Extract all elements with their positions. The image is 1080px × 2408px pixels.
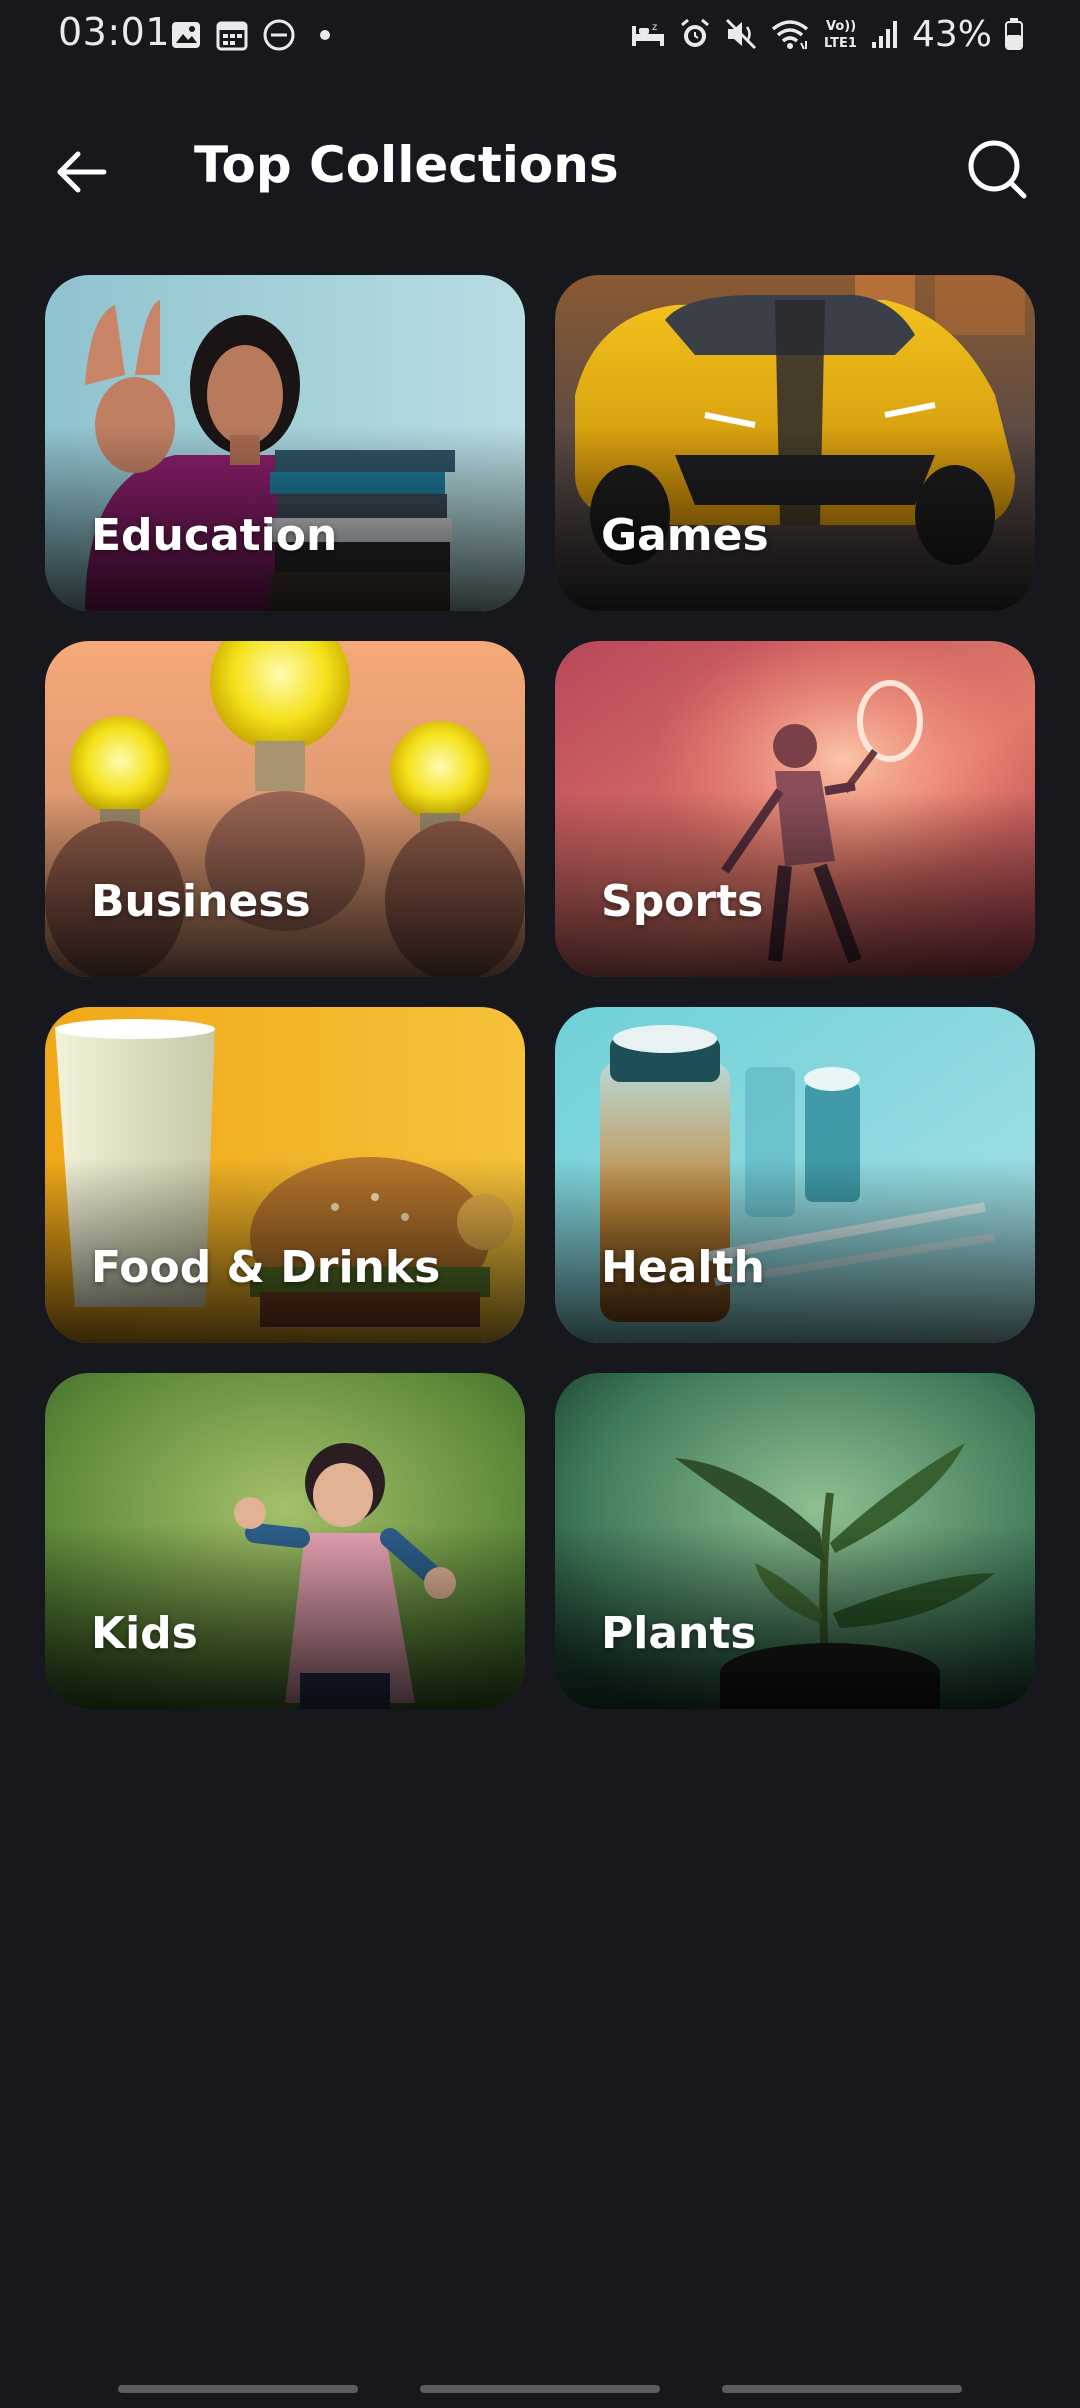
- status-time: 03:01: [58, 10, 171, 54]
- collection-label: Health: [601, 1242, 765, 1293]
- app-bar: Top Collections: [0, 120, 1080, 220]
- gallery-icon: [170, 19, 202, 51]
- volte-icon: Vo)) LTE1: [822, 16, 858, 52]
- collection-card-sports[interactable]: Sports: [555, 641, 1035, 977]
- dot-icon: [310, 20, 340, 50]
- alarm-icon: [678, 17, 712, 51]
- svg-text:Vo)): Vo)): [826, 19, 856, 34]
- signal-icon: [870, 18, 900, 50]
- status-bar: 03:01 z Vo)) LTE1 43%: [0, 0, 1080, 70]
- nav-recents-handle[interactable]: [118, 2385, 358, 2393]
- wifi-icon: [770, 17, 810, 51]
- svg-text:LTE1: LTE1: [824, 36, 857, 51]
- gesture-nav-bar: [0, 2370, 1080, 2408]
- battery-percent: 43%: [911, 13, 992, 55]
- battery-icon: [1004, 17, 1024, 51]
- search-icon: [966, 138, 1030, 206]
- collection-card-health[interactable]: Health: [555, 1007, 1035, 1343]
- collection-label: Education: [91, 510, 338, 561]
- collection-label: Plants: [601, 1608, 757, 1659]
- status-right-icons: z Vo)) LTE1 43%: [630, 13, 1024, 55]
- collection-card-games[interactable]: Games: [555, 275, 1035, 611]
- collection-card-education[interactable]: Education: [45, 275, 525, 611]
- collection-card-business[interactable]: Business: [45, 641, 525, 977]
- collection-card-kids[interactable]: Kids: [45, 1373, 525, 1709]
- collection-label: Food & Drinks: [91, 1242, 441, 1293]
- collection-label: Sports: [601, 876, 764, 927]
- collections-grid: Education Games Business Sports Food & D…: [45, 275, 1035, 1709]
- calendar-icon: [216, 19, 248, 51]
- page-title: Top Collections: [194, 136, 619, 194]
- search-button[interactable]: [960, 134, 1036, 210]
- collection-card-food-drinks[interactable]: Food & Drinks: [45, 1007, 525, 1343]
- collection-card-plants[interactable]: Plants: [555, 1373, 1035, 1709]
- collection-label: Games: [601, 510, 769, 561]
- mute-icon: [724, 17, 758, 51]
- svg-text:z: z: [652, 22, 657, 33]
- sleep-mode-icon: z: [630, 18, 666, 50]
- status-left-icons: [170, 16, 340, 54]
- nav-home-handle[interactable]: [420, 2385, 660, 2393]
- arrow-left-icon: [56, 150, 108, 198]
- do-not-disturb-icon: [262, 18, 296, 52]
- collection-label: Business: [91, 876, 311, 927]
- nav-back-handle[interactable]: [722, 2385, 962, 2393]
- collection-label: Kids: [91, 1608, 198, 1659]
- back-button[interactable]: [50, 142, 114, 206]
